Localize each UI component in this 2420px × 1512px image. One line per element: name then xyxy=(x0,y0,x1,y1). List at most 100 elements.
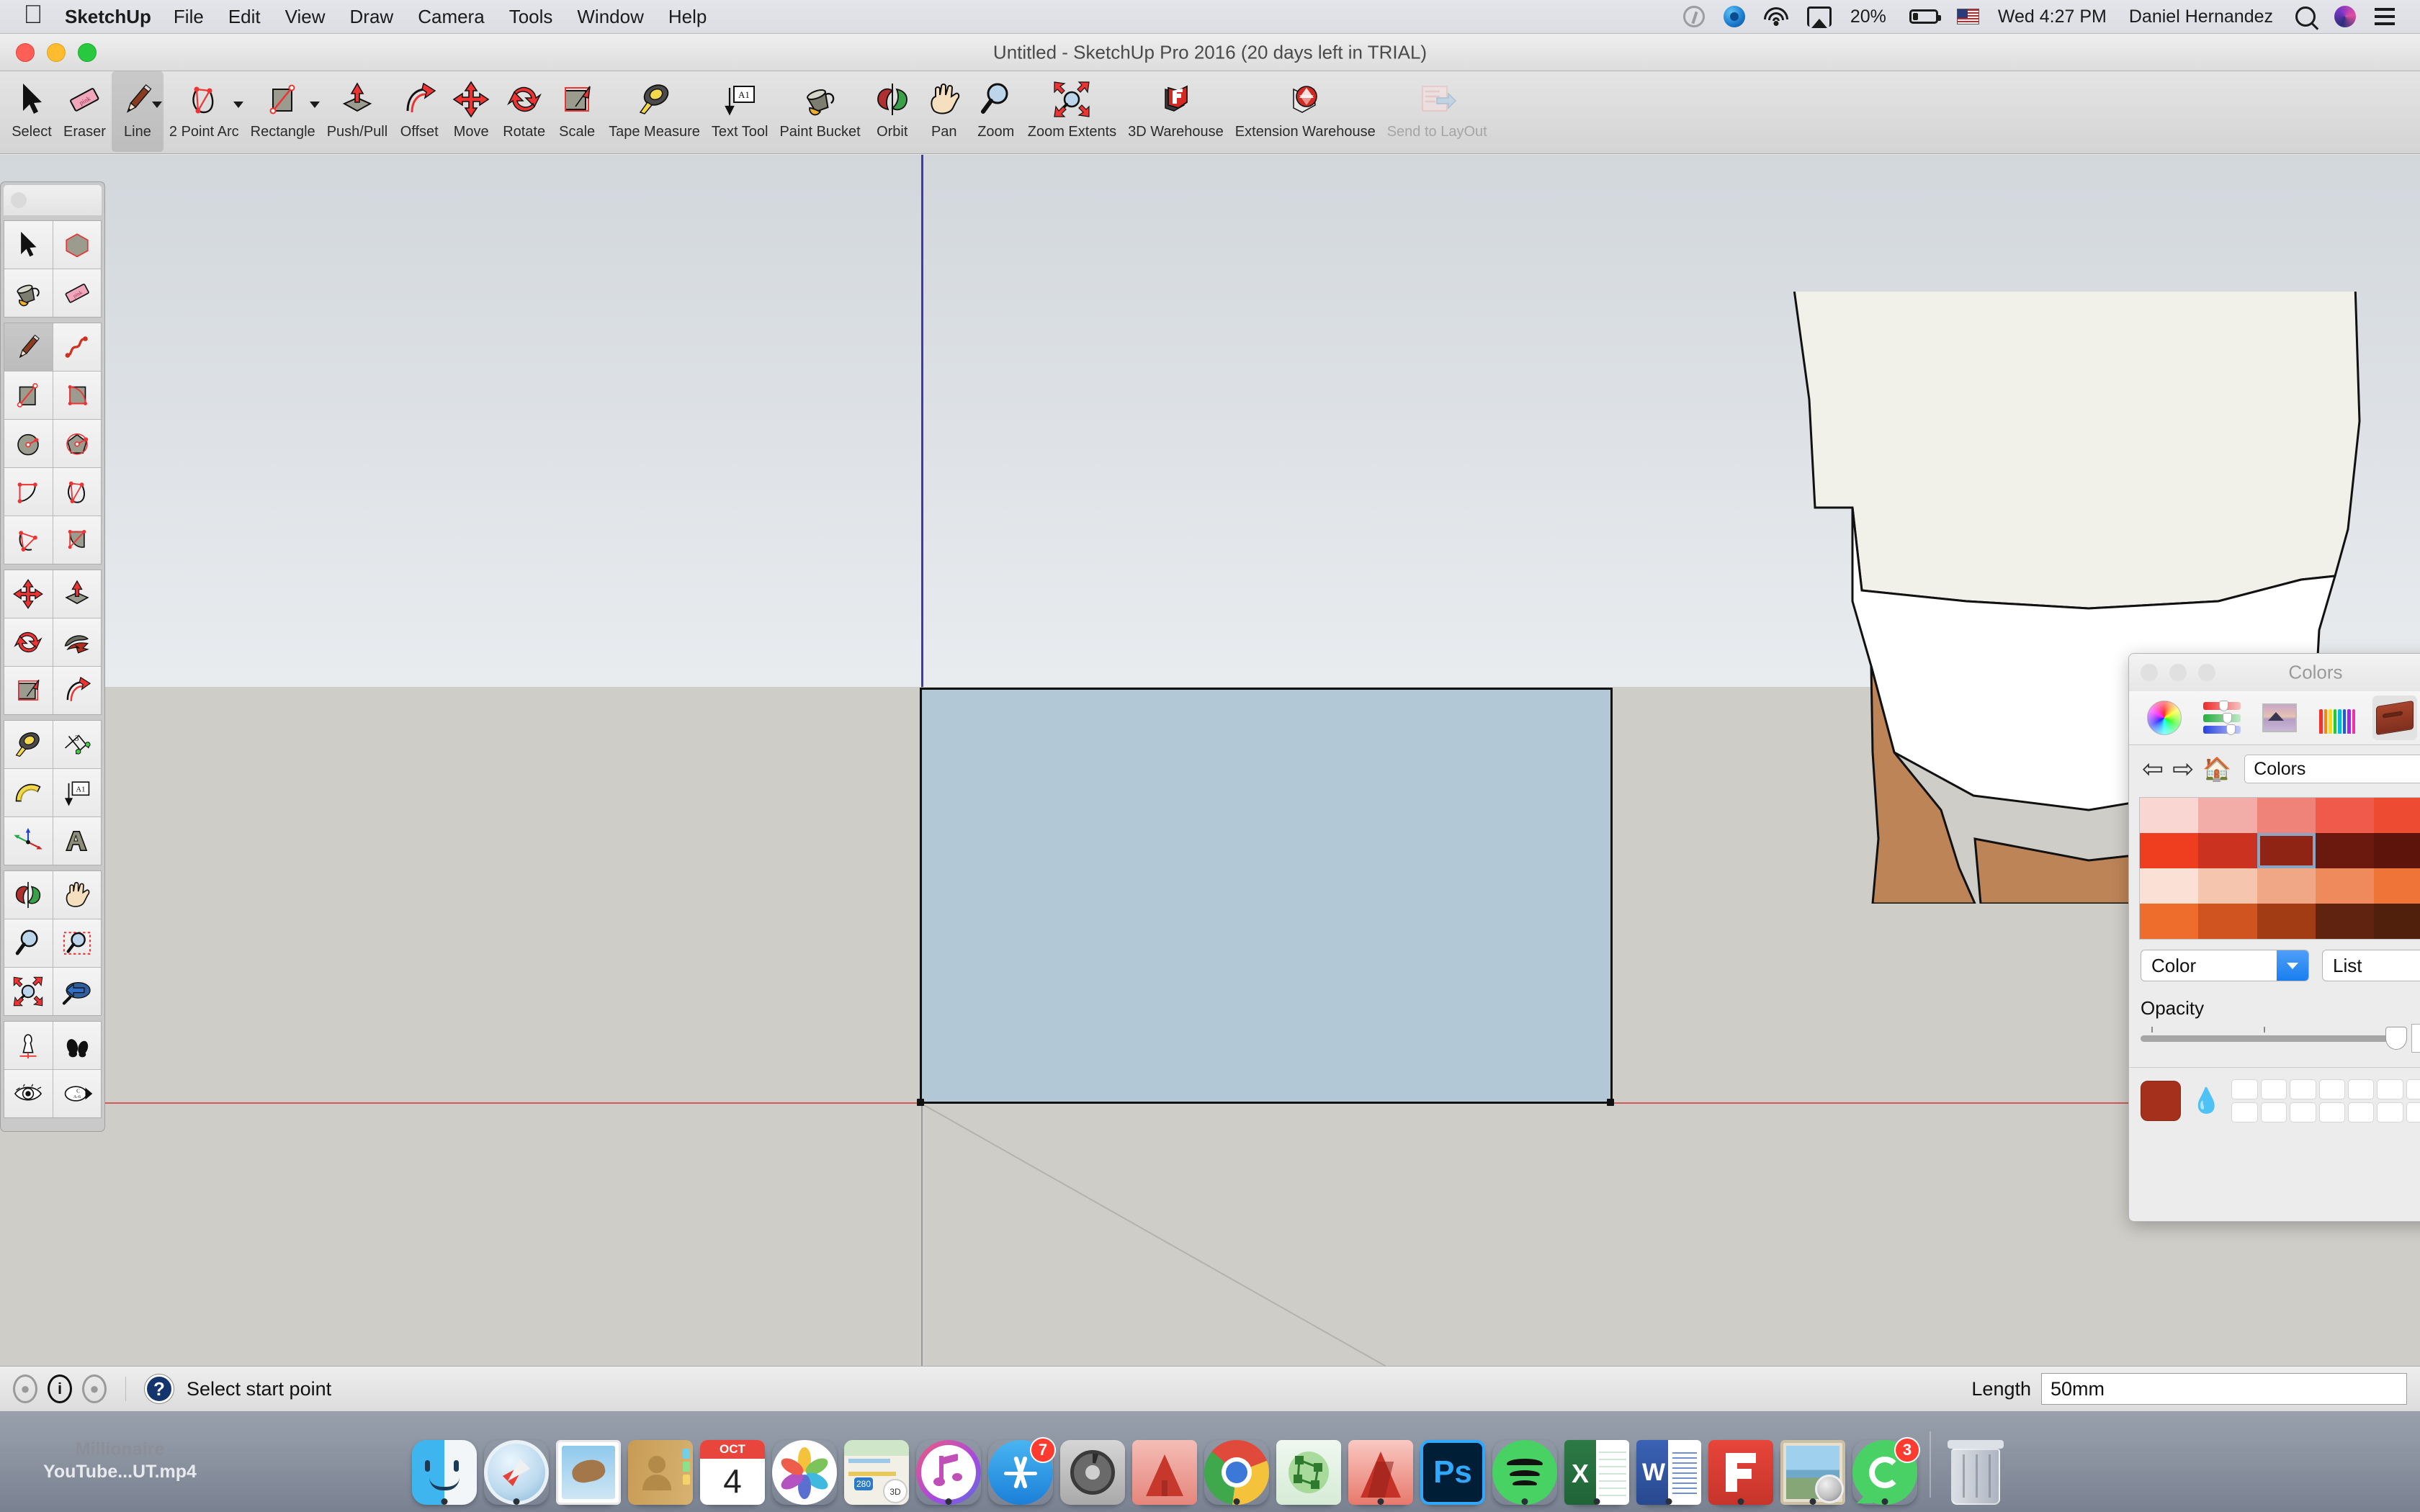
color-swatch[interactable] xyxy=(2374,868,2420,904)
color-swatch[interactable] xyxy=(2374,833,2420,868)
image-palette-icon[interactable] xyxy=(2257,696,2302,740)
palette-line-pencil-button[interactable] xyxy=(4,323,53,371)
dock-item-word[interactable]: W xyxy=(1636,1424,1702,1505)
color-swatch[interactable] xyxy=(2316,833,2375,868)
menu-item-view[interactable]: View xyxy=(273,0,338,33)
toolbar-button-pan[interactable]: Pan xyxy=(918,71,970,152)
favorite-colors-grid[interactable] xyxy=(2231,1079,2420,1122)
palette-tape-measure-button[interactable] xyxy=(4,721,53,768)
palette-follow-me-button[interactable] xyxy=(53,618,101,666)
color-swatch[interactable] xyxy=(2198,798,2257,833)
current-color-swatch[interactable] xyxy=(2141,1081,2181,1121)
opacity-slider[interactable] xyxy=(2141,1026,2407,1050)
color-swatch[interactable] xyxy=(2257,833,2316,868)
dock-item-mail[interactable] xyxy=(555,1424,622,1505)
favorite-color-slot[interactable] xyxy=(2377,1102,2403,1122)
menu-item-tools[interactable]: Tools xyxy=(497,0,565,33)
favorite-color-slot[interactable] xyxy=(2290,1079,2316,1099)
palette-two-point-arc-button[interactable] xyxy=(53,468,101,516)
palette-pan-hand-button[interactable] xyxy=(53,871,101,919)
palette-axes-button[interactable] xyxy=(4,817,53,865)
home-icon[interactable]: 🏠 xyxy=(2202,757,2231,780)
favorite-color-slot[interactable] xyxy=(2231,1079,2258,1099)
toolbar-button-text-tool[interactable]: A1 Text Tool xyxy=(706,71,774,152)
dock-item-calendar[interactable]: OCT 4 xyxy=(699,1424,766,1505)
palette-polygon-button[interactable] xyxy=(53,420,101,467)
palette-rectangle-button[interactable] xyxy=(4,372,53,419)
apple-logo-icon[interactable]:  xyxy=(17,1,49,27)
palette-section-plane-button[interactable]: C A-6 xyxy=(53,1070,101,1117)
toolbar-button-rotate[interactable]: Rotate xyxy=(497,71,551,152)
favorite-color-slot[interactable] xyxy=(2231,1102,2258,1122)
dock-item-sketchup-pro[interactable] xyxy=(1348,1424,1414,1505)
dock-item-spotify[interactable] xyxy=(1492,1424,1558,1505)
palette-dimension-button[interactable]: 3 xyxy=(53,721,101,768)
notification-center-icon[interactable] xyxy=(2365,0,2404,33)
forward-arrow-icon[interactable]: ⇨ xyxy=(2172,756,2194,782)
palette-eraser-button[interactable]: pink xyxy=(53,269,101,317)
palette-push-pull-button[interactable] xyxy=(53,570,101,618)
dock-item-preview[interactable] xyxy=(1780,1424,1846,1505)
palette-pie-button[interactable] xyxy=(53,516,101,564)
color-swatch[interactable] xyxy=(2374,904,2420,939)
palette-position-camera-button[interactable] xyxy=(4,1022,53,1069)
palette-offset-button[interactable] xyxy=(53,667,101,714)
toolbar-button-orbit[interactable]: Orbit xyxy=(866,71,918,152)
palette-zoom-window-button[interactable] xyxy=(53,919,101,967)
palette-select-all-box-button[interactable] xyxy=(53,221,101,269)
favorite-color-slot[interactable] xyxy=(2260,1079,2287,1099)
palette-paint-bucket-button[interactable] xyxy=(4,269,53,317)
palette-close-button[interactable] xyxy=(11,192,27,208)
palette-protractor-button[interactable] xyxy=(4,769,53,816)
toolbar-button-zoom-extents[interactable]: Zoom Extents xyxy=(1022,71,1122,152)
back-arrow-icon[interactable]: ⇦ xyxy=(2142,756,2164,782)
color-swatch[interactable] xyxy=(2140,904,2199,939)
material-brick-icon[interactable] xyxy=(2372,696,2417,740)
dock-item-itunes[interactable] xyxy=(915,1424,982,1505)
dock-item-excel[interactable]: X xyxy=(1564,1424,1630,1505)
color-swatch[interactable] xyxy=(2316,798,2375,833)
color-swatch[interactable] xyxy=(2198,833,2257,868)
color-pencils-icon[interactable] xyxy=(2315,696,2360,740)
favorite-color-slot[interactable] xyxy=(2318,1102,2345,1122)
menu-item-help[interactable]: Help xyxy=(656,0,719,33)
color-wheel-icon[interactable] xyxy=(2142,696,2187,740)
favorite-color-slot[interactable] xyxy=(2290,1102,2316,1122)
battery-percent-label[interactable]: 20% xyxy=(1841,0,1896,33)
palette-scale-button[interactable] xyxy=(4,667,53,714)
toolbar-button-paint-bucket[interactable]: Paint Bucket xyxy=(774,71,866,152)
help-question-icon[interactable]: ? xyxy=(145,1374,174,1403)
color-swatch[interactable] xyxy=(2316,868,2375,904)
dock-item-photoshop[interactable]: Ps xyxy=(1420,1424,1486,1505)
dock-item-maps[interactable]: 280 3D xyxy=(843,1424,910,1505)
color-swatch[interactable] xyxy=(2374,798,2420,833)
palette-name-field[interactable]: Colors xyxy=(2244,755,2420,783)
dock-item-layout[interactable] xyxy=(1708,1424,1774,1505)
opacity-slider-knob[interactable] xyxy=(2385,1026,2407,1050)
spotlight-search-icon[interactable] xyxy=(2286,0,2325,33)
palette-zoom-extents-button[interactable] xyxy=(4,968,53,1015)
toolbar-button-tape-measure[interactable]: Tape Measure xyxy=(603,71,706,152)
menu-item-draw[interactable]: Draw xyxy=(338,0,406,33)
color-swatch[interactable] xyxy=(2198,868,2257,904)
color-swatch[interactable] xyxy=(2140,833,2199,868)
toolbar-button-line[interactable]: Line xyxy=(111,71,163,152)
siri-icon[interactable] xyxy=(2325,0,2365,33)
opacity-value-field[interactable]: 100% xyxy=(2411,1024,2420,1053)
palette-rotate-button[interactable] xyxy=(4,618,53,666)
menu-item-window[interactable]: Window xyxy=(565,0,655,33)
drawn-rectangle-face[interactable] xyxy=(920,688,1613,1104)
menu-item-camera[interactable]: Camera xyxy=(405,0,496,33)
battery-icon[interactable] xyxy=(1896,0,1948,33)
chevron-down-icon[interactable] xyxy=(309,102,320,108)
info-icon[interactable]: i xyxy=(48,1374,72,1403)
toolbar-button-push-pull[interactable]: Push/Pull xyxy=(321,71,394,152)
menu-bar-user-name[interactable]: Daniel Hernandez xyxy=(2116,0,2286,33)
dock-item-contacts[interactable] xyxy=(627,1424,694,1505)
color-swatch[interactable] xyxy=(2140,868,2199,904)
toolbar-button-move[interactable]: Move xyxy=(445,71,497,152)
favorite-color-slot[interactable] xyxy=(2318,1079,2345,1099)
toolbar-button-zoom[interactable]: Zoom xyxy=(970,71,1022,152)
favorite-color-slot[interactable] xyxy=(2347,1102,2375,1122)
color-sliders-icon[interactable] xyxy=(2200,696,2244,740)
